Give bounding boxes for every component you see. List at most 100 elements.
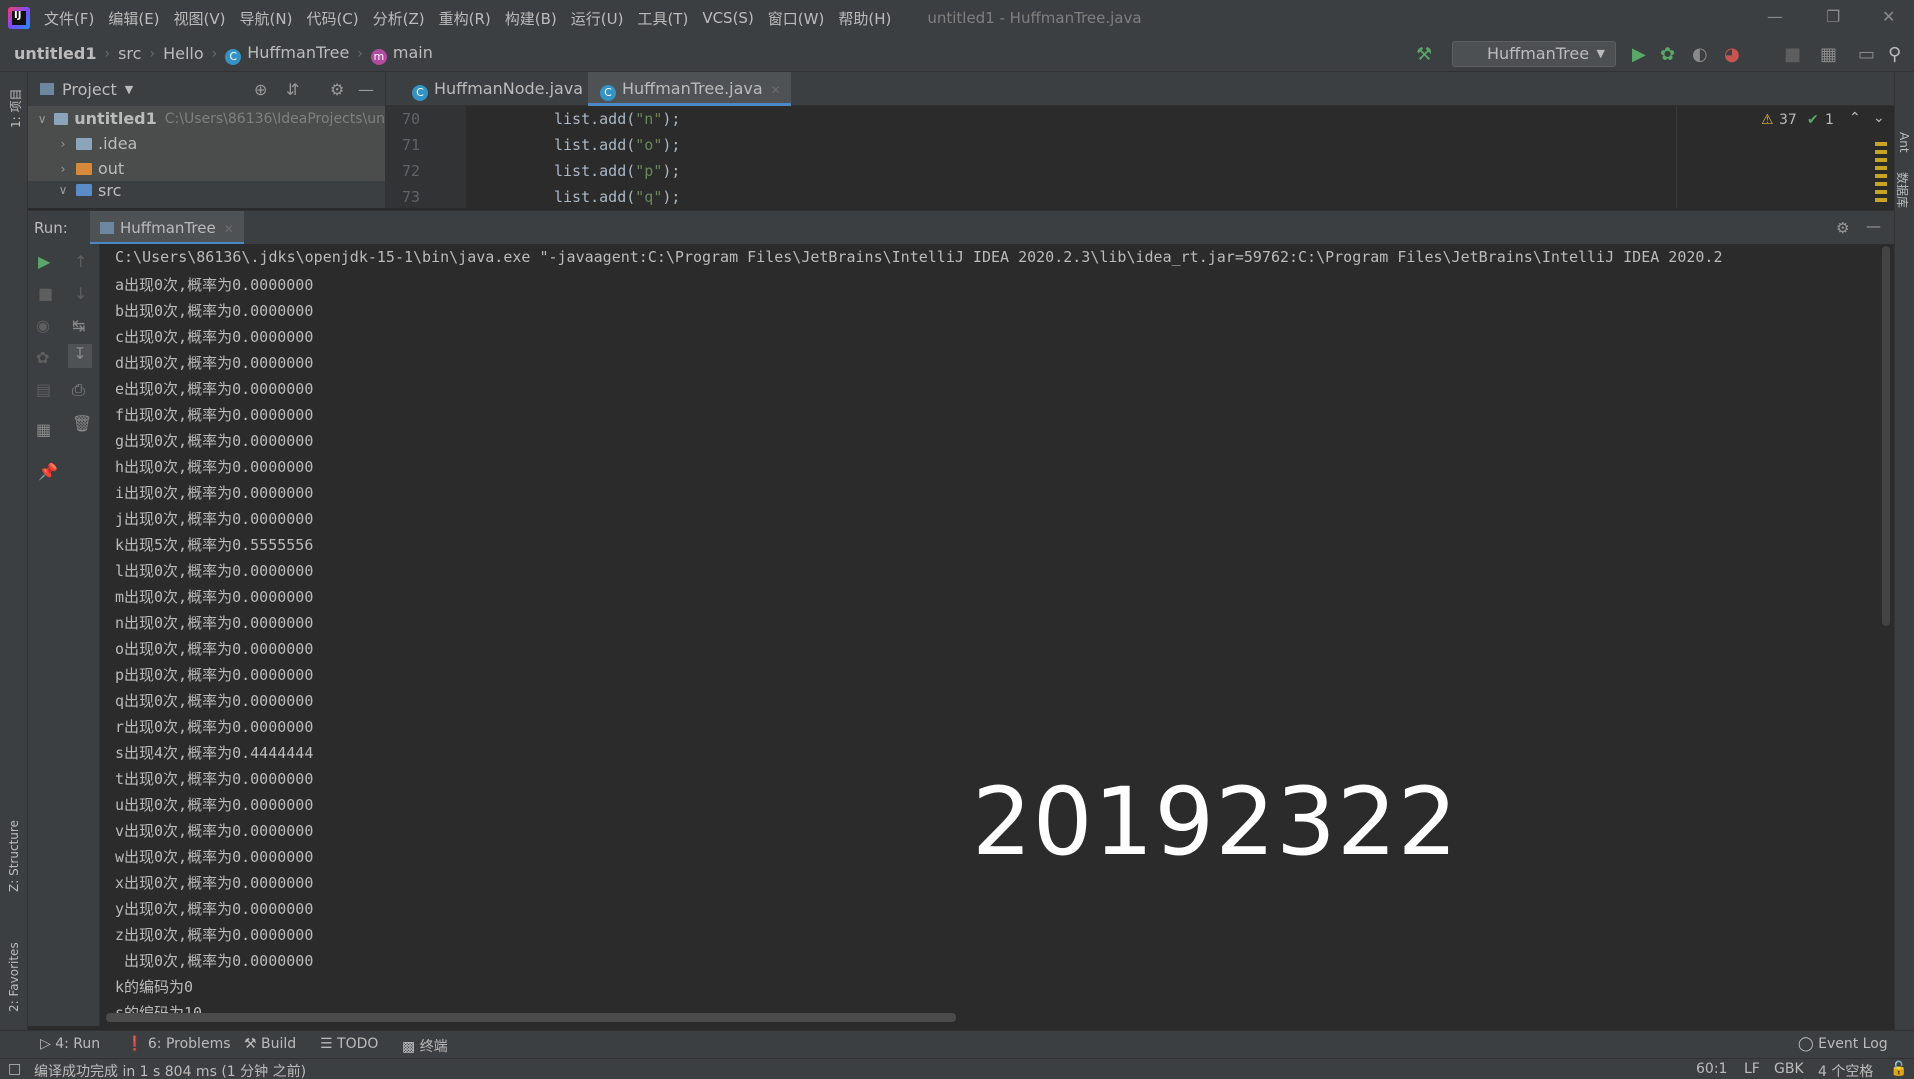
menu-code[interactable]: 代码(C) — [306, 8, 358, 29]
vertical-scrollbar[interactable] — [1882, 246, 1890, 626]
menu-edit[interactable]: 编辑(E) — [108, 8, 159, 29]
menu-navigate[interactable]: 导航(N) — [240, 8, 293, 29]
collapse-all-icon[interactable]: ⇵ — [286, 80, 299, 99]
close-icon[interactable]: ✕ — [771, 83, 781, 97]
chevron-down-icon[interactable]: ⌄ — [1873, 110, 1885, 126]
cursor-position[interactable]: 60:1 — [1696, 1061, 1727, 1077]
build-hammer-icon[interactable]: ⚒ — [1416, 44, 1432, 65]
gear-icon[interactable]: ⚙ — [330, 80, 344, 99]
run-tool-button[interactable]: ▷ 4: Run — [40, 1036, 100, 1052]
tree-item-idea[interactable]: › .idea — [28, 131, 385, 156]
terminal-tool-button[interactable]: ▩ 终端 — [402, 1036, 448, 1056]
breadcrumb-method[interactable]: m main — [370, 43, 433, 65]
restore-layout-icon[interactable]: ▤ — [36, 380, 51, 399]
layout-icon[interactable]: ▦ — [36, 420, 51, 439]
gear-icon[interactable]: ⚙ — [1836, 219, 1849, 237]
code-editor[interactable]: list.add("n"); list.add("o"); list.add("… — [466, 106, 1676, 208]
indent-setting[interactable]: 4 个空格 — [1818, 1061, 1873, 1079]
stop-icon[interactable]: ■ — [1784, 44, 1801, 65]
error-stripe-markers[interactable] — [1875, 142, 1887, 202]
tree-item-src[interactable]: ∨ src — [28, 181, 385, 199]
profiler-icon[interactable]: ◕ — [1724, 44, 1740, 65]
hide-icon[interactable]: — — [358, 80, 374, 99]
rerun-icon[interactable]: ▶ — [38, 252, 50, 271]
menu-refactor[interactable]: 重构(R) — [439, 8, 491, 29]
warning-count[interactable]: 37 — [1779, 112, 1797, 128]
close-icon[interactable]: ✕ — [224, 222, 234, 236]
scroll-to-end-icon[interactable]: ↧ — [68, 344, 92, 368]
project-tool-tab[interactable]: 1: 项目 — [7, 89, 24, 129]
breadcrumb-src[interactable]: src — [118, 44, 141, 63]
stop-icon[interactable]: ■ — [38, 284, 53, 303]
minimize-icon[interactable]: — — [1767, 7, 1783, 26]
menu-help[interactable]: 帮助(H) — [838, 8, 891, 29]
code-text: list.add( — [554, 136, 636, 154]
project-panel-title[interactable]: Project — [62, 80, 117, 99]
close-window-icon[interactable]: ✕ — [1882, 7, 1895, 26]
bottom-tool-bar: ▷ 4: Run ❗ 6: Problems ⚒ Build ☰ TODO ▩ … — [0, 1030, 1914, 1058]
console-line: f出现0次,概率为0.0000000 — [115, 406, 314, 424]
print-icon[interactable]: ⎙ — [72, 380, 85, 400]
favorites-tool-tab[interactable]: 2: Favorites — [7, 942, 21, 1012]
debug-bug-icon[interactable]: ✿ — [1660, 44, 1675, 65]
search-icon[interactable]: ⚲ — [1888, 44, 1901, 65]
console-output[interactable]: C:\Users\86136\.jdks\openjdk-15-1\bin\ja… — [100, 244, 1894, 1026]
event-log-button[interactable]: ◯ Event Log — [1798, 1036, 1888, 1052]
menu-analyze[interactable]: 分析(Z) — [373, 8, 425, 29]
dropdown-arrow-icon[interactable]: ▼ — [125, 83, 133, 96]
chevron-up-icon[interactable]: ⌃ — [1849, 110, 1861, 126]
file-encoding[interactable]: GBK — [1774, 1061, 1804, 1077]
trash-icon[interactable]: 🗑 — [72, 414, 92, 433]
console-line: l出现0次,概率为0.0000000 — [115, 562, 314, 580]
horizontal-scrollbar[interactable] — [106, 1013, 956, 1022]
tab-huffman-node[interactable]: CHuffmanNode.java✕ — [400, 72, 601, 106]
tab-huffman-tree[interactable]: C HuffmanTree.java ✕ — [588, 72, 791, 106]
ant-tool-tab[interactable]: Ant — [1897, 132, 1911, 153]
pin-icon[interactable]: 📌 — [38, 462, 58, 481]
run-icon[interactable]: ▶ — [1632, 44, 1646, 65]
lock-icon[interactable]: 🔓 — [1890, 1061, 1907, 1077]
tree-root-untitled1[interactable]: ∨ untitled1 C:\Users\86136\IdeaProjects\… — [28, 106, 385, 131]
breadcrumb-class[interactable]: C HuffmanTree — [225, 43, 349, 65]
database-tool-tab[interactable]: 数据库 — [1894, 172, 1911, 208]
console-line: m出现0次,概率为0.0000000 — [115, 588, 314, 606]
todo-tool-button[interactable]: ☰ TODO — [320, 1036, 378, 1052]
up-arrow-icon[interactable]: ↑ — [74, 252, 87, 271]
menu-vcs[interactable]: VCS(S) — [702, 9, 753, 27]
menu-view[interactable]: 视图(V) — [174, 8, 226, 29]
tree-item-label: .idea — [98, 134, 138, 153]
camera-icon[interactable]: ◉ — [36, 316, 50, 335]
build-tool-button[interactable]: ⚒ Build — [244, 1036, 296, 1052]
menu-tools[interactable]: 工具(T) — [637, 8, 688, 29]
problems-tool-button[interactable]: ❗ 6: Problems — [126, 1036, 231, 1052]
menu-file[interactable]: 文件(F) — [44, 8, 94, 29]
line-separator[interactable]: LF — [1744, 1061, 1760, 1077]
breadcrumb-project[interactable]: untitled1 — [14, 44, 96, 63]
project-structure-icon[interactable]: ▦ — [1820, 44, 1837, 65]
breadcrumb-package[interactable]: Hello — [163, 44, 204, 63]
window-icon[interactable]: ▭ — [1858, 44, 1875, 65]
tree-item-out[interactable]: › out — [28, 156, 385, 181]
hide-icon[interactable]: — — [1866, 217, 1881, 235]
run-configuration-select[interactable]: HuffmanTree ▼ — [1452, 41, 1616, 67]
menu-run[interactable]: 运行(U) — [571, 8, 624, 29]
code-string: "n" — [635, 110, 663, 128]
menu-window[interactable]: 窗口(W) — [768, 8, 825, 29]
bug-icon[interactable]: ✿ — [36, 348, 49, 367]
restore-icon[interactable]: ❐ — [1826, 7, 1840, 26]
check-count[interactable]: 1 — [1825, 112, 1834, 128]
intellij-logo-icon: IJ — [8, 7, 30, 29]
down-arrow-icon[interactable]: ↓ — [74, 284, 87, 303]
check-icon[interactable]: ✔ — [1807, 112, 1819, 128]
structure-tool-tab[interactable]: Z: Structure — [7, 820, 21, 892]
coverage-icon[interactable]: ◐ — [1692, 44, 1708, 65]
run-tab-huffman-tree[interactable]: HuffmanTree ✕ — [90, 211, 244, 245]
locate-icon[interactable]: ⊕ — [254, 80, 267, 99]
status-toggle-icon[interactable]: □ — [8, 1061, 21, 1077]
menu-build[interactable]: 构建(B) — [505, 8, 557, 29]
soft-wrap-icon[interactable]: ↹ — [72, 316, 85, 335]
status-message[interactable]: 编译成功完成 in 1 s 804 ms (1 分钟 之前) — [34, 1061, 306, 1079]
warning-icon[interactable]: ⚠ — [1761, 112, 1774, 128]
problems-tool-label: 6: Problems — [147, 1036, 231, 1052]
code-line: list.add("q"); — [554, 188, 680, 206]
